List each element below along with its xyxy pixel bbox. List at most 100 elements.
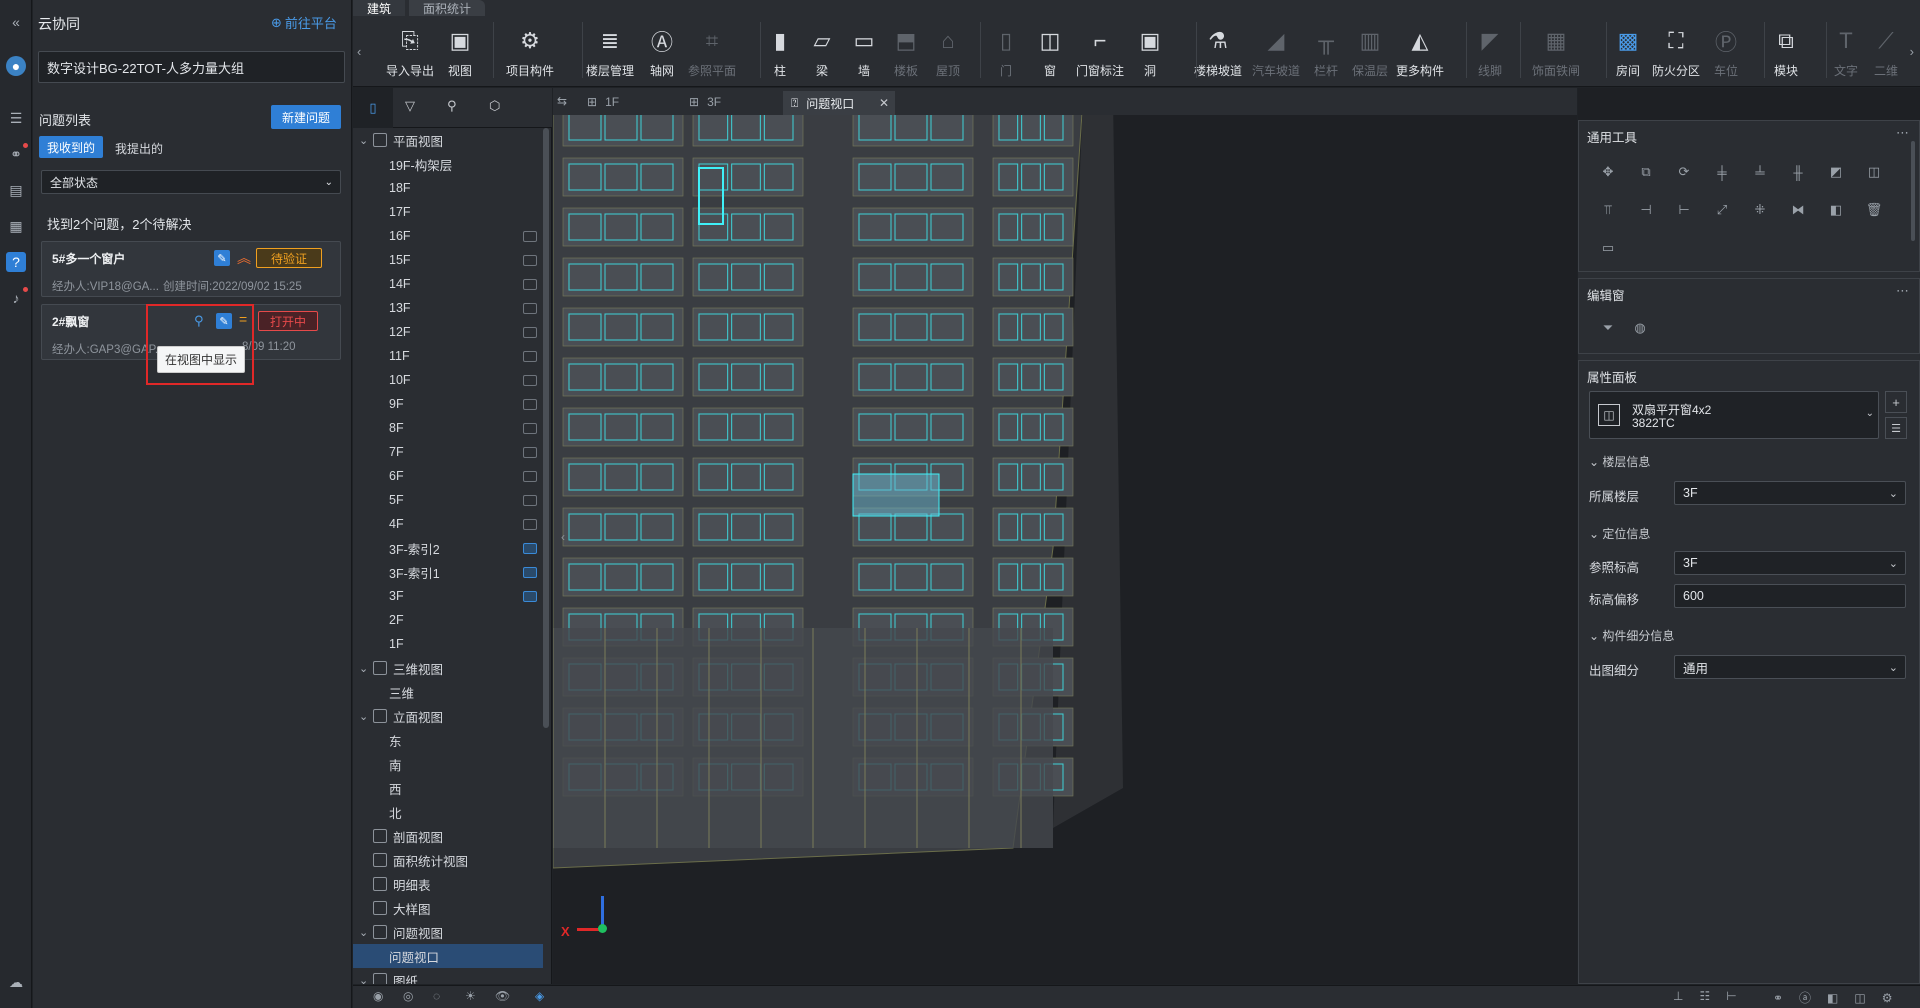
tool-facade[interactable]: ▦ 饰面铁闸	[1532, 26, 1580, 80]
view-lock-icon[interactable]	[523, 566, 537, 578]
tree-item-selected[interactable]: 问题视口	[353, 944, 543, 968]
view-lock-icon[interactable]	[523, 350, 537, 362]
tree-item-floor[interactable]: 3F	[353, 584, 543, 608]
tab-area-stats[interactable]: 面积统计	[409, 0, 486, 16]
offset-icon[interactable]: ◩	[1825, 161, 1847, 183]
view-lock-icon[interactable]	[523, 278, 537, 290]
more-icon[interactable]: ⋯	[1896, 283, 1909, 299]
tree-item[interactable]: 北	[353, 800, 543, 824]
question-icon[interactable]: ?	[6, 252, 26, 272]
view-lock-icon[interactable]	[523, 254, 537, 266]
tool-axis[interactable]: Ⓐ 轴网	[638, 26, 686, 80]
document-icon[interactable]: ▤	[6, 180, 26, 200]
view-lock-icon[interactable]	[523, 398, 537, 410]
3d-viewport[interactable]: ‹ X	[553, 88, 1577, 984]
new-issue-button[interactable]: 新建问题	[271, 105, 341, 129]
break-icon[interactable]: ⊢	[1673, 199, 1695, 221]
tool-view[interactable]: ▣ 视图	[436, 26, 484, 80]
scrollbar[interactable]	[543, 128, 549, 728]
tool-module[interactable]: ⧉ 模块	[1762, 26, 1810, 80]
tool-ref-plane[interactable]: ⌗ 参照平面	[688, 26, 736, 80]
ref-level-select[interactable]: 3F ⌄	[1674, 551, 1906, 575]
tool-door[interactable]: ▯ 门	[982, 26, 1030, 80]
visibility-icon[interactable]: ◉	[373, 989, 383, 1003]
tree-group-issue[interactable]: ⌄ 问题视图	[353, 920, 543, 944]
tree-group-plan[interactable]: ⌄ 平面视图	[353, 128, 543, 152]
view-lock-icon[interactable]	[523, 230, 537, 242]
tree-group[interactable]: 剖面视图	[353, 824, 543, 848]
eye-icon[interactable]: 👁	[495, 989, 510, 1003]
tool-door-window-tag[interactable]: ⌐ 门窗标注	[1076, 26, 1124, 80]
visibility-icon[interactable]: ◍	[1629, 317, 1651, 339]
array-icon[interactable]: ⁜	[1749, 199, 1771, 221]
section-floor-info[interactable]: ⌄ 楼层信息	[1589, 453, 1650, 470]
extend-icon[interactable]: ⊣	[1635, 199, 1657, 221]
tool-opening[interactable]: ▣ 洞	[1126, 26, 1174, 80]
tree-group[interactable]: 面积统计视图	[353, 848, 543, 872]
stretch-icon[interactable]: ◫	[1863, 161, 1885, 183]
section-position-info[interactable]: ⌄ 定位信息	[1589, 525, 1650, 542]
tree-item[interactable]: 三维	[353, 680, 543, 704]
tool-room[interactable]: ▩ 房间	[1604, 26, 1652, 80]
tree-item-floor[interactable]: 8F	[353, 416, 543, 440]
tool-floor-manage[interactable]: ≣ 楼层管理	[586, 26, 634, 80]
tool-2d-line[interactable]: ⟋ 二维	[1862, 26, 1910, 80]
tree-item-floor[interactable]: 10F	[353, 368, 543, 392]
cube-icon[interactable]: ⬡	[489, 98, 500, 114]
tree-item-floor[interactable]: 15F	[353, 248, 543, 272]
group-icon[interactable]: ◧	[1825, 199, 1847, 221]
tree-panel-icon[interactable]: ▯	[353, 88, 393, 128]
tool-wall[interactable]: ▭ 墙	[840, 26, 888, 80]
view-tab[interactable]: ⊞ 3F	[681, 91, 781, 113]
building-model[interactable]	[553, 88, 1577, 984]
tool-column[interactable]: ▮ 柱	[756, 26, 804, 80]
render-mode-icon[interactable]: ◈	[535, 989, 544, 1003]
tool-railing[interactable]: ╥ 栏杆	[1302, 26, 1350, 80]
tree-group-sheet[interactable]: ⌄ 图纸	[353, 968, 543, 984]
tool-window[interactable]: ◫ 窗	[1026, 26, 1074, 80]
close-icon[interactable]: ✕	[879, 96, 889, 110]
tree-item-floor[interactable]: 7F	[353, 440, 543, 464]
tab-raised[interactable]: 我提出的	[115, 140, 163, 157]
edit-icon[interactable]: ✎	[214, 250, 230, 266]
tool-molding[interactable]: ◤ 线脚	[1466, 26, 1514, 80]
location-icon[interactable]: ⚲	[447, 98, 457, 114]
tool-car-ramp[interactable]: ◢ 汽车坡道	[1252, 26, 1300, 80]
goto-platform-link[interactable]: ⊕ 前往平台	[271, 13, 337, 32]
trim-icon[interactable]: ╫	[1787, 161, 1809, 183]
tree-item-floor[interactable]: 12F	[353, 320, 543, 344]
tool-slab[interactable]: ⬒ 楼板	[882, 26, 930, 80]
tree-item-floor[interactable]: 2F	[353, 608, 543, 632]
status-filter-select[interactable]: 全部状态 ⌄	[41, 170, 341, 194]
view-lock-icon[interactable]	[523, 302, 537, 314]
add-type-button[interactable]: +	[1885, 391, 1907, 413]
tree-item-floor[interactable]: 19F-构架层	[353, 152, 543, 176]
collapse-left-icon[interactable]: ‹	[561, 530, 565, 544]
tree-item-floor[interactable]: 6F	[353, 464, 543, 488]
scrollbar[interactable]	[1911, 141, 1915, 241]
section-detail-info[interactable]: ⌄ 构件细分信息	[1589, 627, 1674, 644]
tool-fire-zone[interactable]: ⛶ 防火分区	[1652, 26, 1700, 80]
cloud-upload-icon[interactable]: ☁	[6, 972, 26, 992]
filter-icon[interactable]: ⏷	[1597, 317, 1619, 339]
scale-icon[interactable]: ⤢	[1711, 199, 1733, 221]
tree-item[interactable]: 西	[353, 776, 543, 800]
tree-item-floor[interactable]: 3F-索引1	[353, 560, 543, 584]
view-lock-icon[interactable]	[523, 470, 537, 482]
view-switch-icon[interactable]: ⇆	[557, 94, 567, 108]
avatar[interactable]: ●	[6, 56, 26, 76]
rotate-icon[interactable]: ⟳	[1673, 161, 1695, 183]
detail-select[interactable]: 通用 ⌄	[1674, 655, 1906, 679]
list-icon[interactable]: ☰	[6, 108, 26, 128]
copy-icon[interactable]: ⧉	[1635, 161, 1657, 183]
move-icon[interactable]: ✥	[1597, 161, 1619, 183]
tool-cad[interactable]: ⎘ 导入导出	[386, 26, 434, 80]
tree-item-floor[interactable]: 4F	[353, 512, 543, 536]
isolate-icon[interactable]: ◎	[403, 989, 413, 1003]
align-icon[interactable]: ╪	[1711, 161, 1733, 183]
tree-item-floor[interactable]: 3F-索引2	[353, 536, 543, 560]
collapse-icon[interactable]: «	[6, 12, 26, 32]
bell-icon[interactable]: ♪	[6, 287, 28, 308]
light-icon[interactable]: ☀	[465, 989, 476, 1003]
scroll-left-icon[interactable]: ‹	[357, 44, 361, 59]
